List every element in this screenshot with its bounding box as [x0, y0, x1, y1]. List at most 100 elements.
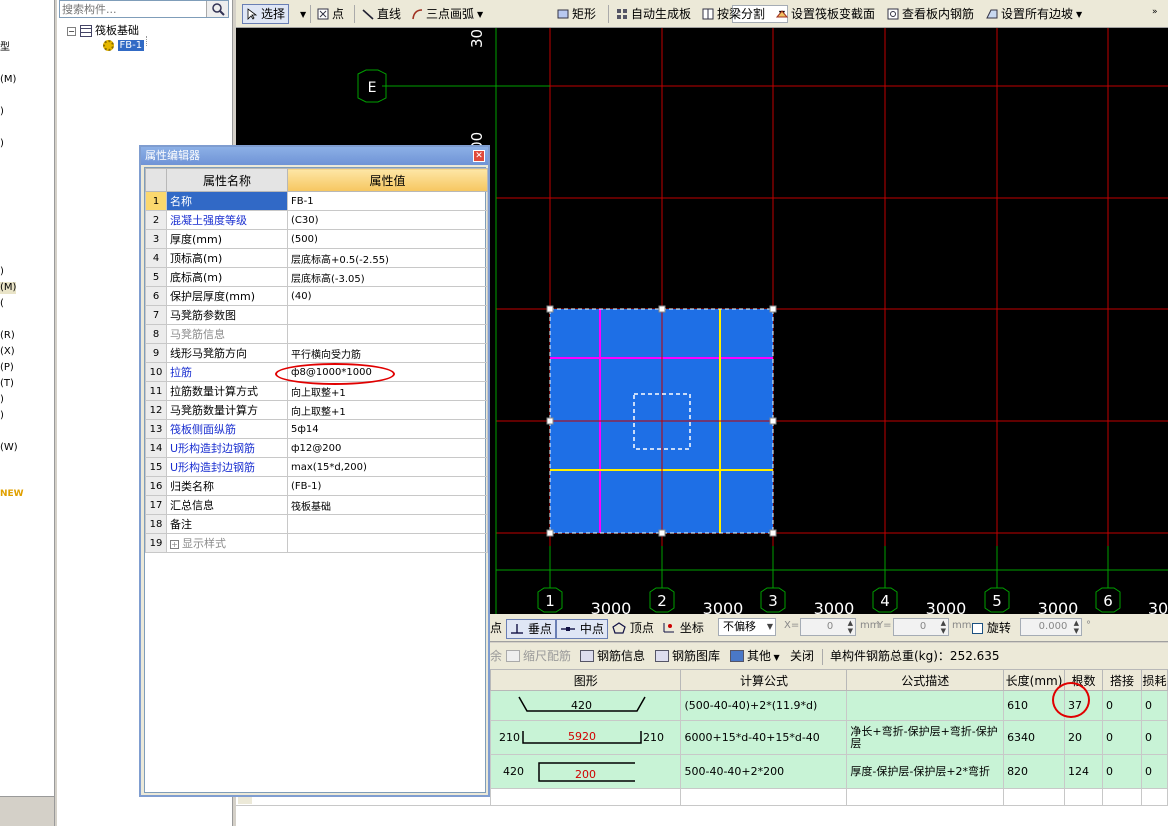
col-header-loss[interactable]: 损耗: [1140, 669, 1168, 691]
property-value[interactable]: ф12@200: [287, 438, 488, 458]
rotate-toggle[interactable]: 旋转: [972, 619, 1011, 639]
loss-cell: 0: [1140, 720, 1168, 755]
property-row[interactable]: 18 备注: [145, 514, 488, 534]
snap-midpoint-button[interactable]: 中点: [556, 619, 608, 639]
desc-cell: 厚度-保护层-保护层+2*弯折: [846, 754, 1005, 789]
property-value[interactable]: 层底标高+0.5(-2.55): [287, 248, 488, 268]
left-fragment: ): [0, 410, 4, 421]
col-header-description[interactable]: 公式描述: [846, 669, 1005, 691]
expand-toggle-icon[interactable]: +: [170, 539, 179, 549]
property-row[interactable]: 5 底标高(m) 层底标高(-3.05): [145, 267, 488, 287]
x-coordinate-input[interactable]: 0 ▲ ▼: [800, 618, 856, 636]
table-row[interactable]: 210 5920 210 6000+15*d-40+15*d-40 净长+弯折-…: [489, 720, 1168, 755]
property-row[interactable]: 19 + 显示样式: [145, 533, 488, 553]
property-row[interactable]: 13 筏板侧面纵筋 5ф14: [145, 419, 488, 439]
snap-vertex-button[interactable]: 顶点: [612, 619, 654, 639]
property-name: 汇总信息: [166, 495, 288, 515]
rect-label: 矩形: [572, 7, 597, 21]
property-value[interactable]: 平行横向受力筋: [287, 343, 488, 363]
row-number: 15: [145, 457, 167, 477]
toolbar-overflow-chevron[interactable]: »: [1152, 2, 1158, 22]
left-fragment: (X): [0, 346, 15, 357]
y-coordinate-input[interactable]: 0 ▲ ▼: [893, 618, 949, 636]
property-row[interactable]: 12 马凳筋数量计算方 向上取整+1: [145, 400, 488, 420]
property-name-expandable[interactable]: + 显示样式: [166, 533, 288, 553]
property-row[interactable]: 1 名称 FB-1: [145, 191, 488, 211]
line-tool-button[interactable]: 直线: [362, 4, 401, 24]
property-value[interactable]: (500): [287, 229, 488, 249]
property-row[interactable]: 8 马凳筋信息: [145, 324, 488, 344]
count-cell: 20: [1064, 720, 1104, 755]
snap-coordinate-button[interactable]: 坐标: [662, 619, 704, 639]
rect-tool-button[interactable]: 矩形: [557, 4, 596, 24]
left-fragment: ): [0, 394, 4, 405]
property-row[interactable]: 7 马凳筋参数图: [145, 305, 488, 325]
tree-collapse-toggle[interactable]: −: [67, 26, 76, 36]
scale-config-button[interactable]: 缩尺配筋: [506, 648, 571, 664]
row-number: 8: [145, 324, 167, 344]
property-row[interactable]: 2 混凝土强度等级 (C30): [145, 210, 488, 230]
loss-cell: 0: [1140, 754, 1168, 789]
dialog-titlebar[interactable]: 属性编辑器 ✕: [141, 147, 488, 165]
axis-label-bottom: 2: [657, 592, 667, 610]
col-header-shape[interactable]: 图形: [489, 669, 682, 691]
snap-toolbar: 点 垂点 中点 顶点 坐标 不偏移 ▼ X= 0 ▲ ▼ mm Y= 0 ▲ ▼ mm 旋…: [490, 614, 1168, 642]
rebar-info-button[interactable]: 钢筋信息: [580, 648, 645, 664]
col-header-length[interactable]: 长度(mm): [1003, 669, 1066, 691]
property-row[interactable]: 16 归类名称 (FB-1): [145, 476, 488, 496]
property-value[interactable]: [287, 324, 488, 344]
rotate-checkbox[interactable]: [972, 623, 983, 634]
auto-generate-slab-button[interactable]: 自动生成板: [616, 4, 691, 24]
snap-perpendicular-button[interactable]: 垂点: [506, 619, 556, 639]
property-name: 名称: [166, 191, 288, 211]
col-header-lap[interactable]: 搭接: [1102, 669, 1142, 691]
tree-node-child[interactable]: FB-1: [103, 38, 145, 51]
col-header-formula[interactable]: 计算公式: [680, 669, 848, 691]
property-value[interactable]: max(15*d,200): [287, 457, 488, 477]
property-value[interactable]: 筏板基础: [287, 495, 488, 515]
view-rebar-label: 查看板内钢筋: [902, 7, 975, 21]
close-icon[interactable]: ✕: [473, 150, 485, 162]
rebar-library-button[interactable]: 钢筋图库: [655, 648, 720, 664]
property-value[interactable]: [287, 514, 488, 534]
rebar-toolbar: 余 缩尺配筋 钢筋信息 钢筋图库 其他 ▼ 关闭 单构件钢筋总重(kg)：252…: [490, 643, 1168, 669]
dim-label-vertical: 30: [468, 29, 486, 48]
property-row[interactable]: 14 U形构造封边钢筋 ф12@200: [145, 438, 488, 458]
property-value[interactable]: 向上取整+1: [287, 400, 488, 420]
axis-label-bottom: 5: [992, 592, 1002, 610]
rotate-angle-input[interactable]: 0.000 ▲ ▼: [1020, 618, 1082, 636]
snap-point-fragment[interactable]: 点: [490, 619, 502, 639]
arc-tool-button[interactable]: 三点画弧 ▼: [411, 4, 483, 24]
property-row[interactable]: 15 U形构造封边钢筋 max(15*d,200): [145, 457, 488, 477]
close-panel-button[interactable]: 关闭: [790, 648, 814, 664]
set-all-edges-button[interactable]: 设置所有边坡 ▼: [986, 4, 1082, 24]
property-row[interactable]: 6 保护层厚度(mm) (40): [145, 286, 488, 306]
property-value[interactable]: (40): [287, 286, 488, 306]
other-menu-button[interactable]: 其他 ▼: [730, 648, 780, 666]
offset-mode-select[interactable]: 不偏移 ▼: [718, 618, 776, 636]
left-fragment: (R): [0, 330, 15, 341]
property-value[interactable]: (C30): [287, 210, 488, 230]
tree-node-root[interactable]: − 筏板基础: [67, 22, 139, 38]
search-input[interactable]: [62, 2, 202, 16]
rebar-fragment[interactable]: 余: [490, 648, 502, 664]
property-row[interactable]: 3 厚度(mm) (500): [145, 229, 488, 249]
view-slab-rebar-button[interactable]: 查看板内钢筋: [887, 4, 974, 24]
search-button[interactable]: [206, 1, 228, 17]
property-row[interactable]: 9 线形马凳筋方向 平行横向受力筋: [145, 343, 488, 363]
property-value[interactable]: FB-1: [287, 191, 488, 211]
point-tool-button[interactable]: 点: [317, 4, 344, 24]
table-row[interactable]: 420 200 500-40-40+2*200 厚度-保护层-保护层+2*弯折 …: [489, 754, 1168, 789]
select-dropdown[interactable]: ▼: [297, 4, 306, 24]
property-value[interactable]: [287, 533, 488, 553]
property-row[interactable]: 17 汇总信息 筏板基础: [145, 495, 488, 515]
split-by-beam-button[interactable]: 按梁分割: [702, 4, 765, 24]
property-value[interactable]: (FB-1): [287, 476, 488, 496]
property-value[interactable]: 5ф14: [287, 419, 488, 439]
property-value[interactable]: 层底标高(-3.05): [287, 267, 488, 287]
select-tool-button[interactable]: 选择: [242, 4, 290, 24]
property-name: U形构造封边钢筋: [166, 438, 288, 458]
property-value[interactable]: [287, 305, 488, 325]
set-slab-section-button[interactable]: 设置筏板变截面: [776, 4, 875, 24]
property-row[interactable]: 4 顶标高(m) 层底标高+0.5(-2.55): [145, 248, 488, 268]
